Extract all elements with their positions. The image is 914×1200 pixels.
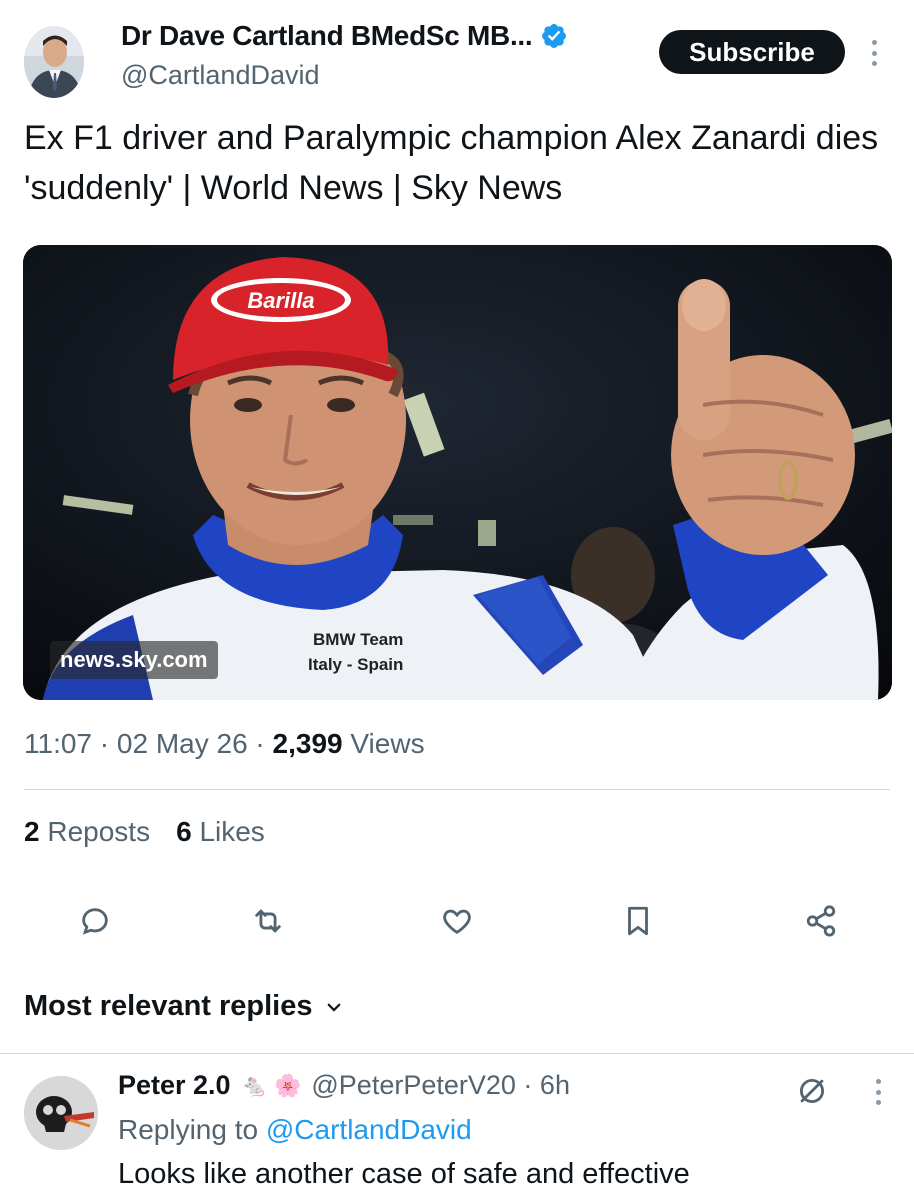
- replies-sort-dropdown[interactable]: Most relevant replies: [24, 990, 343, 1023]
- action-bar: [0, 893, 914, 949]
- author-handle[interactable]: @CartlandDavid: [121, 60, 320, 91]
- flower-emoji-icon: 🌸: [273, 1072, 302, 1098]
- reposts-stat[interactable]: 2 Reposts: [24, 816, 150, 848]
- mute-icon[interactable]: [795, 1074, 829, 1108]
- reply-author-handle[interactable]: @PeterPeterV20: [311, 1070, 516, 1101]
- author-name-row: Dr Dave Cartland BMedSc MB...: [121, 20, 568, 52]
- replying-to-handle-link[interactable]: @CartlandDavid: [266, 1114, 472, 1145]
- reply-author-name[interactable]: Peter 2.0: [118, 1070, 231, 1101]
- subscribe-button[interactable]: Subscribe: [659, 30, 845, 74]
- reply-text: Looks like another case of safe and effe…: [118, 1158, 690, 1190]
- reply-age[interactable]: 6h: [540, 1070, 570, 1101]
- engagement-stats: 2 Reposts 6 Likes: [24, 816, 265, 848]
- repost-icon[interactable]: [240, 893, 296, 949]
- tweet-meta: 11:07 · 02 May 26 · 2,399 Views: [24, 728, 425, 759]
- tweet-time[interactable]: 11:07: [24, 728, 92, 759]
- suit-text-team: BMW Team: [313, 630, 403, 649]
- suit-text-country: Italy - Spain: [308, 655, 403, 674]
- tweet-header: Dr Dave Cartland BMedSc MB... @CartlandD…: [0, 0, 914, 110]
- media-source-label[interactable]: news.sky.com: [50, 641, 218, 679]
- verified-badge-icon: [542, 24, 567, 48]
- like-icon[interactable]: [429, 893, 485, 949]
- author-display-name[interactable]: Dr Dave Cartland BMedSc MB...: [121, 20, 533, 52]
- reply-more-options-icon[interactable]: [866, 1076, 890, 1108]
- tweet-date[interactable]: 02 May 26: [117, 728, 248, 759]
- news-photo: BMW Team Italy - Spain Barilla: [23, 245, 892, 700]
- replies-heading-label: Most relevant replies: [24, 990, 313, 1022]
- views-label: Views: [350, 728, 425, 759]
- more-options-icon[interactable]: [862, 36, 886, 70]
- share-icon[interactable]: [793, 893, 849, 949]
- reply-avatar[interactable]: [24, 1076, 98, 1150]
- divider: [24, 789, 890, 790]
- bookmark-icon[interactable]: [610, 893, 666, 949]
- reply-avatar-image: [24, 1076, 98, 1150]
- replying-to-line: Replying to @CartlandDavid: [118, 1114, 472, 1145]
- author-avatar[interactable]: [24, 26, 84, 98]
- likes-stat[interactable]: 6 Likes: [176, 816, 265, 848]
- cap-logo-text: Barilla: [247, 288, 314, 313]
- views-count: 2,399: [272, 728, 343, 759]
- reply-header: Peter 2.0 🐁 🌸 @PeterPeterV20 · 6h: [118, 1070, 570, 1101]
- chevron-down-icon: [327, 1003, 340, 1012]
- author-avatar-image: [24, 26, 84, 98]
- tweet-media-card[interactable]: BMW Team Italy - Spain Barilla: [23, 245, 892, 700]
- mouse-emoji-icon: 🐁: [240, 1072, 268, 1098]
- reply-item[interactable]: Peter 2.0 🐁 🌸 @PeterPeterV20 · 6h Replyi…: [0, 1054, 914, 1200]
- reply-icon[interactable]: [67, 893, 123, 949]
- tweet-text: Ex F1 driver and Paralympic champion Ale…: [24, 119, 879, 207]
